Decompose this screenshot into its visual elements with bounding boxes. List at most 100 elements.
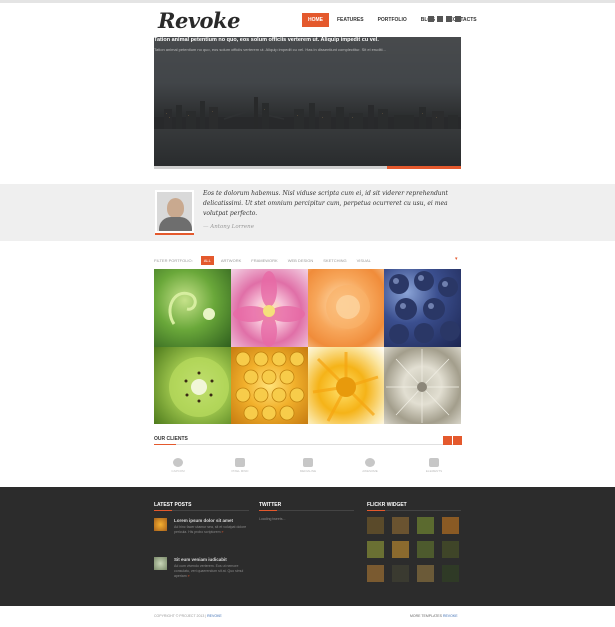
flickr-thumb[interactable] — [367, 541, 384, 558]
flickr-grid — [367, 517, 459, 582]
portfolio-item[interactable] — [384, 269, 461, 347]
twitter-divider-accent — [259, 510, 277, 511]
footer — [0, 487, 615, 606]
client-logo-icon — [303, 458, 313, 467]
nav-item-features[interactable]: FEATURES — [331, 13, 370, 27]
portfolio-item[interactable] — [230, 269, 308, 347]
flickr-thumb[interactable] — [367, 517, 384, 534]
filter-label: Filter portfolio: — [154, 258, 193, 263]
post-thumbnail[interactable] — [154, 518, 167, 531]
flickr-thumb[interactable] — [392, 517, 409, 534]
filter-web-design[interactable]: WEB DESIGN — [285, 256, 317, 265]
clients-divider-accent — [154, 444, 176, 445]
flickr-thumb[interactable] — [442, 541, 459, 558]
portfolio-item[interactable] — [154, 269, 231, 347]
blueberries-image — [389, 271, 461, 344]
flickr-thumb[interactable] — [392, 565, 409, 582]
twitter-icon[interactable] — [437, 16, 443, 22]
portfolio-item[interactable] — [230, 346, 308, 424]
client-logo-icon — [173, 458, 183, 467]
top-border — [0, 0, 615, 3]
slider-progress-bar — [154, 166, 461, 169]
kiwi-slice-image — [169, 356, 229, 417]
read-more-link[interactable]: » — [221, 530, 223, 534]
read-more-link[interactable]: » — [188, 574, 190, 578]
portfolio-item[interactable] — [384, 346, 461, 424]
more-templates-link[interactable]: REVOKE — [443, 614, 458, 618]
avatar-head — [167, 198, 184, 218]
client-logo[interactable]: AWESOME — [358, 458, 382, 474]
bottom-bar — [0, 606, 615, 627]
testimonial-quote: Eos te dolorum habemus. Nisl viduse scri… — [203, 190, 448, 217]
filter-all[interactable]: ALL — [200, 256, 214, 265]
filter-artwork[interactable]: ARTWORK — [218, 256, 244, 265]
flickr-title: FLICKR WIDGET — [367, 502, 407, 508]
dandelion-image — [386, 348, 460, 423]
client-logo[interactable]: CAPCOM — [166, 458, 190, 474]
author-avatar — [155, 190, 194, 233]
clients-divider — [154, 444, 461, 445]
client-logo[interactable]: ELEMENTS — [422, 458, 446, 474]
testimonial-author: — Antony Lorrene — [203, 224, 254, 230]
twitter-title: TWITTER — [259, 502, 282, 508]
client-logo[interactable]: MEDIALINE — [296, 458, 320, 474]
clients-title: OUR CLIENTS — [154, 436, 188, 442]
post-excerpt: Ad cum vivendo verterem. Eos ut nemore c… — [174, 564, 249, 579]
filter-framework[interactable]: FRAMEWORK — [248, 256, 280, 265]
copyright: COPYRIGHT © PROJECT 2013 | REVOKE — [154, 614, 222, 618]
hero-caption: Tation animal petentium no quo, eos solu… — [154, 37, 461, 168]
linkedin-icon[interactable] — [446, 16, 452, 22]
plant-tendril-image — [168, 291, 215, 325]
post-excerpt-text: Ad cum vivendo verterem. Eos ut nemore c… — [174, 564, 244, 578]
post-excerpt: Ad hinc facer utamur sea, sit et volutpa… — [174, 525, 249, 535]
twitter-feed-text: Loading tweets... — [259, 517, 286, 521]
lily-flower-image — [232, 271, 305, 347]
portfolio-item[interactable] — [307, 346, 385, 424]
clients-carousel-nav — [443, 436, 462, 445]
portfolio-gallery — [154, 269, 461, 424]
flickr-thumb[interactable] — [442, 565, 459, 582]
portfolio-item[interactable] — [307, 269, 385, 347]
flickr-thumb[interactable] — [417, 565, 434, 582]
copyright-text: COPYRIGHT © PROJECT 2013 | — [154, 614, 208, 618]
carousel-prev-button[interactable] — [443, 436, 452, 445]
orange-rose-image — [325, 285, 370, 329]
client-logo-text: MEDIALINE — [299, 469, 317, 473]
hero-caption-text: Tation animal petentium no quo, eos solu… — [154, 47, 386, 52]
portfolio-filters: Filter portfolio: ALL ARTWORK FRAMEWORK … — [154, 256, 374, 265]
portfolio-item[interactable] — [154, 346, 231, 424]
filter-visual[interactable]: VISUAL — [354, 256, 374, 265]
copyright-link[interactable]: REVOKE — [207, 614, 222, 618]
filter-toggle-icon[interactable]: ▾ — [455, 256, 458, 262]
nav-item-portfolio[interactable]: PORTFOLIO — [372, 13, 413, 27]
rss-icon[interactable] — [455, 16, 461, 22]
pollen-macro-image — [235, 351, 305, 420]
flickr-thumb[interactable] — [392, 541, 409, 558]
avatar-body — [159, 217, 192, 231]
client-logo-icon — [235, 458, 245, 467]
client-logo-text: PIXEL MIND — [231, 469, 249, 473]
avatar-accent — [155, 233, 194, 235]
client-logo-text: ELEMENTS — [425, 469, 443, 473]
post-title[interactable]: Lorem ipsum dolor sit amet — [174, 518, 233, 523]
yellow-flower-image — [312, 351, 378, 422]
nav-item-home[interactable]: HOME — [302, 13, 329, 27]
client-logo-text: CAPCOM — [171, 469, 185, 473]
flickr-thumb[interactable] — [367, 565, 384, 582]
flickr-thumb[interactable] — [442, 517, 459, 534]
flickr-divider-accent — [367, 510, 385, 511]
flickr-thumb[interactable] — [417, 517, 434, 534]
post-excerpt-text: Ad hinc facer utamur sea, sit et volutpa… — [174, 525, 247, 534]
client-logo-icon — [365, 458, 375, 467]
social-links — [428, 16, 461, 22]
hero-caption-title: Tation animal petentium no quo, eos solu… — [154, 37, 379, 43]
client-logo[interactable]: PIXEL MIND — [228, 458, 252, 474]
carousel-next-button[interactable] — [453, 436, 462, 445]
flickr-thumb[interactable] — [417, 541, 434, 558]
facebook-icon[interactable] — [428, 16, 434, 22]
client-logo-text: AWESOME — [362, 469, 378, 473]
post-thumbnail[interactable] — [154, 557, 167, 570]
filter-sketching[interactable]: SKETCHING — [320, 256, 349, 265]
site-logo[interactable]: Revoke — [158, 8, 240, 33]
post-title[interactable]: Sit eum veniam iudicabit — [174, 557, 227, 562]
